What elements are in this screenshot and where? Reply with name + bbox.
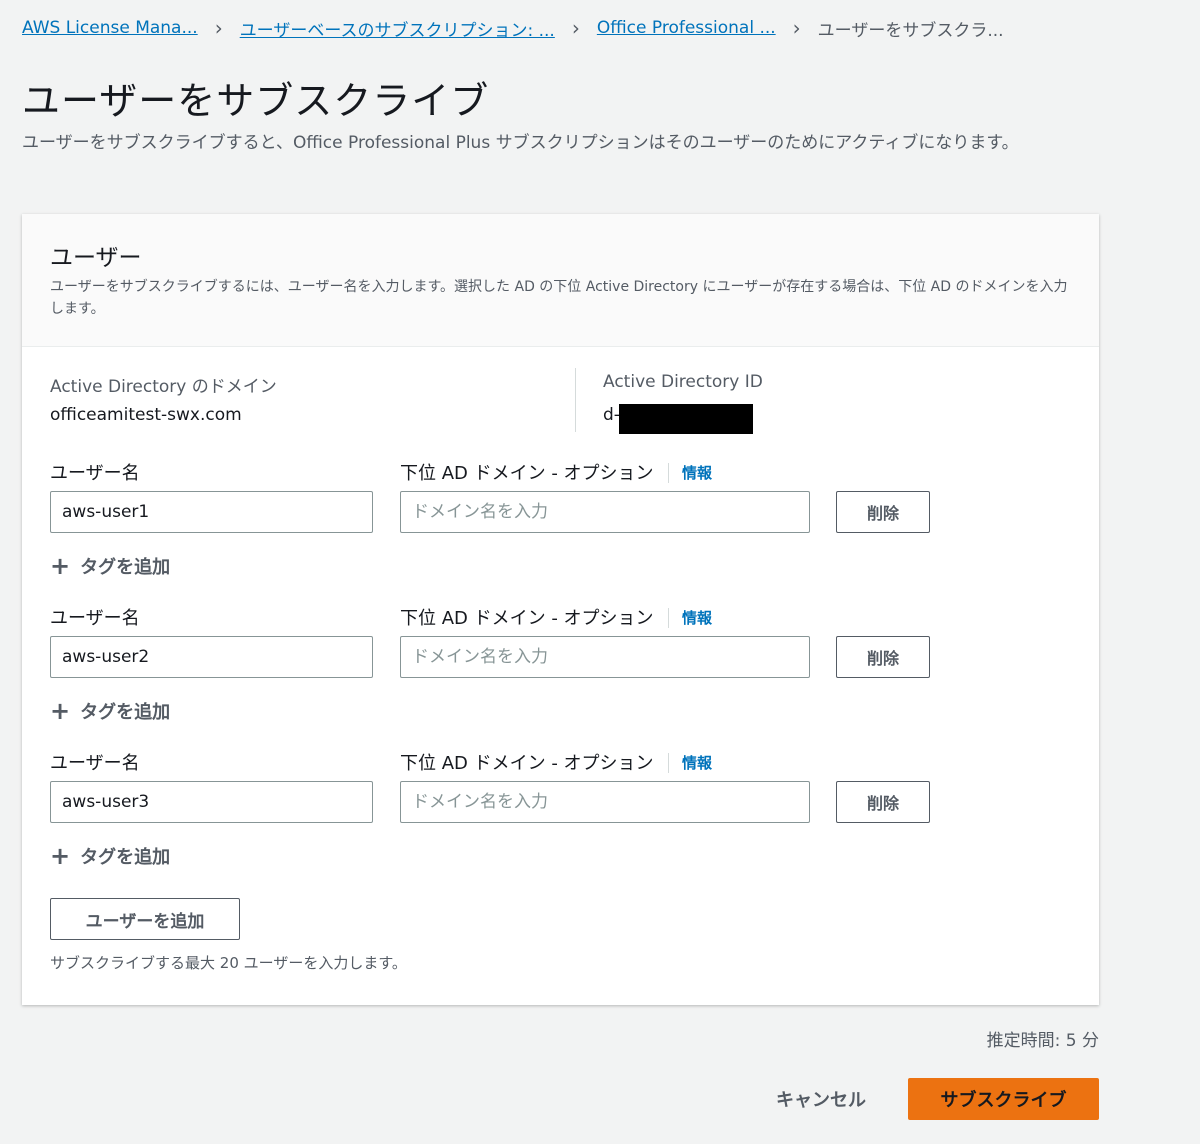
info-divider xyxy=(668,753,669,773)
add-tag-button[interactable]: + タグを追加 xyxy=(50,553,170,579)
username-input[interactable] xyxy=(50,636,373,678)
info-link[interactable]: 情報 xyxy=(682,607,712,628)
breadcrumb-office-professional[interactable]: Office Professional ... xyxy=(597,18,776,38)
info-divider xyxy=(668,608,669,628)
username-label: ユーザー名 xyxy=(50,608,140,629)
username-label: ユーザー名 xyxy=(50,753,140,774)
ad-id-value: d- xyxy=(603,405,620,425)
ad-domain-value: officeamitest-swx.com xyxy=(50,405,242,425)
add-tag-button[interactable]: + タグを追加 xyxy=(50,843,170,869)
plus-icon: + xyxy=(50,842,71,870)
panel-title: ユーザー xyxy=(50,245,142,271)
redacted-id xyxy=(619,404,753,434)
divider xyxy=(575,368,576,432)
subdomain-input[interactable] xyxy=(400,636,810,678)
breadcrumb-user-subscriptions[interactable]: ユーザーベースのサブスクリプション: ... xyxy=(240,16,555,41)
plus-icon: + xyxy=(50,697,71,725)
estimated-time: 推定時間: 5 分 xyxy=(986,1031,1099,1051)
plus-icon: + xyxy=(50,552,71,580)
subscribe-button[interactable]: サブスクライブ xyxy=(908,1078,1099,1120)
user-row-3: ユーザー名 下位 AD ドメイン - オプション 情報 削除 + タグを追加 xyxy=(22,749,1099,879)
users-panel: ユーザー ユーザーをサブスクライブするには、ユーザー名を入力します。選択した A… xyxy=(22,214,1099,1005)
page-title: ユーザーをサブスクライブ xyxy=(22,79,490,123)
panel-description: ユーザーをサブスクライブするには、ユーザー名を入力します。選択した AD の下位… xyxy=(50,279,1068,317)
delete-button[interactable]: 削除 xyxy=(836,491,930,533)
chevron-right-icon: › xyxy=(214,16,223,40)
page-description: ユーザーをサブスクライブすると、Office Professional Plus… xyxy=(22,133,1019,153)
breadcrumb-license-manager[interactable]: AWS License Mana... xyxy=(22,18,198,38)
max-users-hint: サブスクライブする最大 20 ユーザーを入力します。 xyxy=(50,954,407,972)
add-tag-button[interactable]: + タグを追加 xyxy=(50,698,170,724)
ad-id-label: Active Directory ID xyxy=(603,372,763,392)
username-input[interactable] xyxy=(50,491,373,533)
breadcrumb-current: ユーザーをサブスクラ... xyxy=(817,20,1004,41)
info-link[interactable]: 情報 xyxy=(682,462,712,483)
delete-button[interactable]: 削除 xyxy=(836,781,930,823)
chevron-right-icon: › xyxy=(792,16,801,40)
add-tag-label: タグを追加 xyxy=(80,847,171,868)
ad-domain-label: Active Directory のドメイン xyxy=(50,377,277,397)
username-input[interactable] xyxy=(50,781,373,823)
breadcrumb: AWS License Mana... › ユーザーベースのサブスクリプション:… xyxy=(22,14,1004,42)
username-label: ユーザー名 xyxy=(50,463,140,484)
add-tag-label: タグを追加 xyxy=(80,702,171,723)
panel-header: ユーザー ユーザーをサブスクライブするには、ユーザー名を入力します。選択した A… xyxy=(22,214,1099,347)
chevron-right-icon: › xyxy=(571,16,580,40)
subdomain-input[interactable] xyxy=(400,781,810,823)
delete-button[interactable]: 削除 xyxy=(836,636,930,678)
info-divider xyxy=(668,463,669,483)
subdomain-input[interactable] xyxy=(400,491,810,533)
user-row-2: ユーザー名 下位 AD ドメイン - オプション 情報 削除 + タグを追加 xyxy=(22,604,1099,734)
user-row-1: ユーザー名 下位 AD ドメイン - オプション 情報 削除 + タグを追加 xyxy=(22,459,1099,589)
cancel-button[interactable]: キャンセル xyxy=(760,1078,882,1120)
info-link[interactable]: 情報 xyxy=(682,752,712,773)
subdomain-label: 下位 AD ドメイン - オプション xyxy=(400,753,654,774)
add-user-button[interactable]: ユーザーを追加 xyxy=(50,898,240,940)
subdomain-label: 下位 AD ドメイン - オプション xyxy=(400,608,654,629)
subdomain-label: 下位 AD ドメイン - オプション xyxy=(400,463,654,484)
add-tag-label: タグを追加 xyxy=(80,557,171,578)
